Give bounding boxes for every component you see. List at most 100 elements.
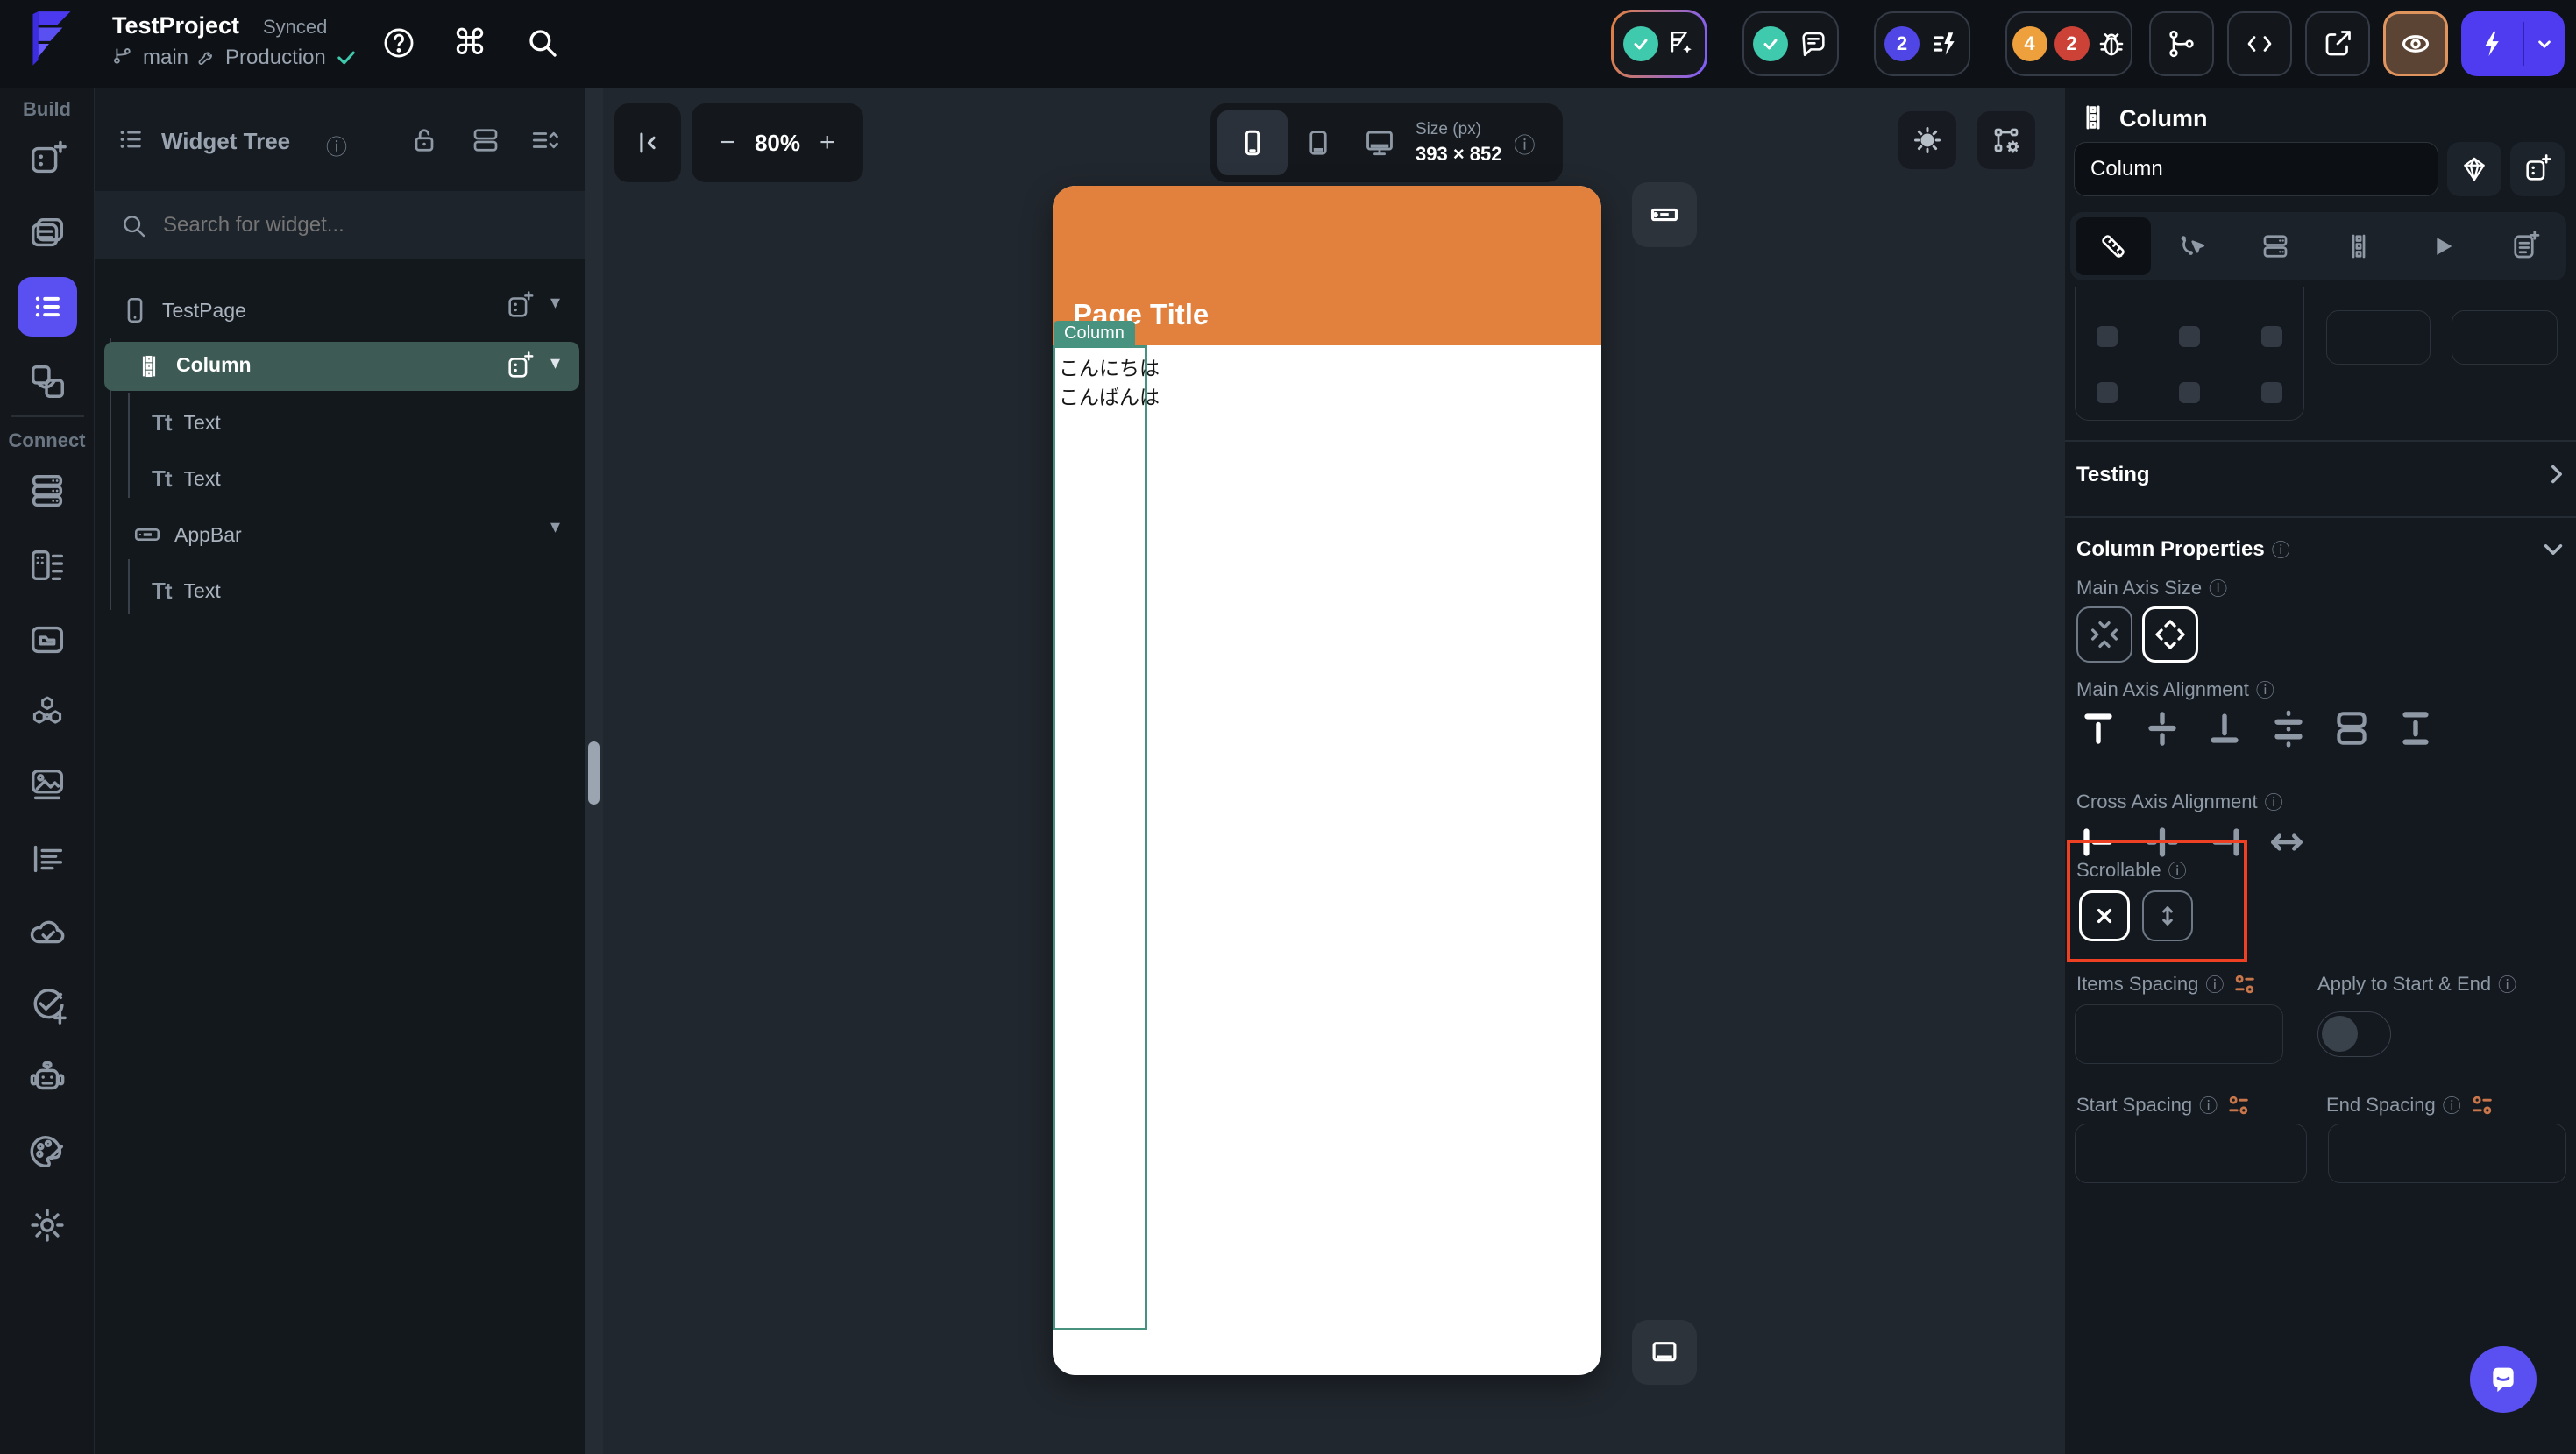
main-axis-align-space-around[interactable] [2330, 706, 2374, 755]
branch-tool-button[interactable] [2149, 11, 2214, 76]
scrollable-off-button[interactable] [2079, 890, 2130, 941]
alignment-grid-partial[interactable] [2075, 287, 2304, 421]
tab-widget-properties[interactable] [2317, 231, 2401, 262]
start-spacing-input[interactable] [2075, 1124, 2307, 1183]
device-desktop-tab[interactable] [1349, 126, 1410, 160]
tab-actions[interactable] [2151, 231, 2234, 262]
rail-item-database[interactable] [21, 465, 74, 517]
info-icon[interactable]: ⓘ [2209, 575, 2227, 601]
tree-scrollbar-track[interactable] [585, 88, 603, 1454]
info-icon[interactable]: ⓘ [2498, 971, 2516, 997]
end-spacing-input[interactable] [2328, 1124, 2566, 1183]
panels-icon[interactable] [470, 124, 501, 156]
device-tablet-tab[interactable] [1288, 127, 1349, 159]
appbar-quick-button[interactable] [1632, 182, 1697, 247]
items-spacing-input[interactable] [2075, 1004, 2283, 1064]
main-axis-align-space-between[interactable] [2394, 706, 2438, 755]
preview-mode-button[interactable] [2383, 11, 2448, 76]
add-widget-icon[interactable] [505, 351, 535, 381]
flutterflow-logo[interactable] [19, 9, 84, 83]
code-view-button[interactable] [2227, 11, 2292, 76]
info-icon[interactable]: ⓘ [326, 130, 347, 160]
rail-item-ai-agent[interactable] [21, 1052, 74, 1104]
set-from-variable-icon[interactable] [2470, 1093, 2494, 1117]
selection-outline[interactable]: こんにちは こんばんは [1053, 345, 1160, 1330]
rail-item-theme[interactable] [21, 1125, 74, 1178]
review-pill[interactable] [1611, 10, 1707, 78]
rail-item-widget-palette[interactable] [21, 133, 74, 186]
device-phone-tab[interactable] [1217, 110, 1288, 175]
rail-item-typography[interactable] [21, 833, 74, 885]
scrollable-on-button[interactable] [2142, 890, 2193, 941]
add-widget-icon[interactable] [505, 291, 535, 321]
rail-item-media-assets[interactable] [21, 614, 74, 666]
add-child-widget-button[interactable] [2510, 142, 2565, 196]
text-widget[interactable]: こんばんは [1059, 380, 1160, 410]
widget-style-button[interactable] [2447, 142, 2501, 196]
info-icon[interactable]: ⓘ [2168, 857, 2187, 883]
main-axis-align-start[interactable] [2076, 706, 2120, 755]
set-from-variable-icon[interactable] [2232, 972, 2257, 997]
tab-design[interactable] [2076, 217, 2151, 275]
rail-item-tests[interactable] [21, 979, 74, 1032]
collapse-panel-button[interactable] [614, 103, 681, 182]
text-widget[interactable]: こんにちは [1059, 351, 1160, 381]
main-axis-align-end[interactable] [2203, 706, 2246, 755]
cross-axis-align-stretch[interactable] [2265, 820, 2309, 869]
main-axis-size-min[interactable] [2076, 606, 2132, 663]
tree-node-appbar[interactable]: AppBar [132, 512, 571, 557]
set-from-variable-icon[interactable] [2226, 1093, 2251, 1117]
tree-node-column-selected[interactable]: Column ▾ [104, 342, 579, 391]
alignment-y-input[interactable] [2452, 310, 2558, 365]
chevron-down-icon[interactable]: ▾ [550, 515, 560, 538]
apply-start-end-toggle[interactable] [2317, 1011, 2391, 1057]
chevron-down-icon[interactable]: ▾ [550, 291, 560, 314]
info-icon[interactable]: ⓘ [2199, 1092, 2218, 1118]
tab-animations[interactable] [2400, 231, 2483, 261]
main-axis-align-space-evenly[interactable] [2267, 706, 2310, 755]
tree-scrollbar-thumb[interactable] [588, 741, 600, 805]
main-axis-align-center[interactable] [2140, 706, 2184, 755]
run-options-button[interactable] [2524, 32, 2565, 55]
column-properties-header[interactable]: Column Properties [2076, 537, 2265, 562]
main-axis-size-max[interactable] [2142, 606, 2198, 663]
testing-section-header[interactable]: Testing [2076, 463, 2150, 487]
lock-icon[interactable] [408, 124, 440, 156]
rail-item-widget-tree-active[interactable] [18, 277, 77, 337]
open-external-button[interactable] [2305, 11, 2370, 76]
rail-item-images[interactable] [21, 759, 74, 812]
light-mode-toggle[interactable] [1898, 111, 1956, 169]
collapse-list-icon[interactable] [529, 124, 561, 156]
zoom-in-button[interactable]: + [820, 128, 835, 158]
zoom-out-button[interactable]: − [720, 128, 735, 158]
support-chat-button[interactable] [2470, 1346, 2537, 1413]
canvas-area[interactable]: − 80% + Size (px) 393 × 852 ⓘ Page Title… [603, 88, 2064, 1454]
run-split-button[interactable] [2461, 11, 2565, 76]
info-icon[interactable]: ⓘ [2443, 1092, 2461, 1118]
chevron-right-icon[interactable] [2542, 459, 2572, 489]
chevron-down-icon[interactable]: ▾ [550, 351, 560, 374]
navbar-quick-button[interactable] [1632, 1320, 1697, 1385]
chevron-down-icon[interactable] [2538, 535, 2568, 564]
info-icon[interactable]: ⓘ [2272, 536, 2290, 563]
info-icon[interactable]: ⓘ [2205, 971, 2224, 997]
alignment-x-input[interactable] [2326, 310, 2431, 365]
widget-search-input[interactable] [161, 212, 550, 238]
info-icon[interactable]: ⓘ [2265, 789, 2283, 815]
issues-pill[interactable]: 4 2 [2005, 11, 2132, 76]
rail-item-cloud-functions[interactable] [21, 906, 74, 959]
widget-name-input[interactable] [2074, 142, 2438, 196]
actions-pill[interactable]: 2 [1874, 11, 1970, 76]
tree-node-text-3[interactable]: Tt Text [152, 568, 572, 614]
rail-item-settings[interactable] [21, 1199, 74, 1252]
help-button[interactable] [380, 25, 417, 66]
tab-backend[interactable] [2234, 231, 2317, 262]
app-bar[interactable]: Page Title [1053, 186, 1601, 345]
command-menu-button[interactable]: ⌘ [452, 23, 487, 63]
rail-item-components[interactable] [21, 355, 74, 408]
tree-node-text-2[interactable]: Tt Text [152, 456, 572, 501]
rail-item-pages[interactable] [21, 207, 74, 259]
comments-pill[interactable] [1742, 11, 1839, 76]
rail-item-data-types[interactable] [21, 539, 74, 592]
device-frame[interactable]: Page Title Column こんにちは こんばんは [1053, 186, 1601, 1375]
